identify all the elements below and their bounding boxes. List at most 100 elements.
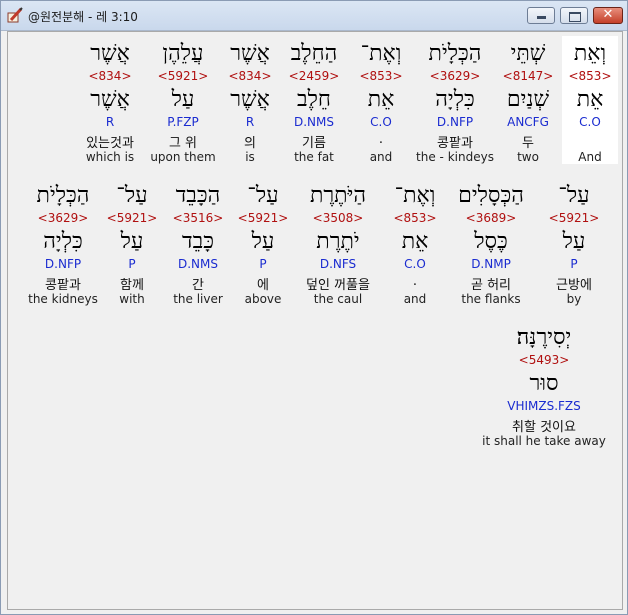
korean-gloss: 기름 bbox=[302, 136, 326, 151]
english-gloss: with bbox=[119, 292, 145, 306]
parsing-code: C.O bbox=[579, 115, 601, 129]
lemma: עַל bbox=[562, 229, 586, 254]
lemma: כֶּסֶל bbox=[474, 229, 508, 254]
word-cell[interactable]: הַיֹּתֶרֶת <3508> יֹתֶרֶת D.NFS 덮인 꺼풀을 t… bbox=[292, 178, 384, 306]
word-cell[interactable]: יְסִירֶנָּה׃ <5493> סוּר VHIMZS.FZS 취할 것… bbox=[478, 320, 610, 448]
word-cell[interactable]: עַל־ <5921> עַל P 함께 with bbox=[100, 178, 164, 306]
word-cell[interactable]: עֲלֵהֶן <5921> עַל P.FZP 그 위 upon them bbox=[148, 36, 218, 164]
word-cell[interactable]: הַכְּלָיֹת <3629> כִּלְיָה D.NFP 콩팥과 the… bbox=[410, 36, 500, 164]
lemma: יֹתֶרֶת bbox=[316, 229, 360, 254]
hebrew-word: הַכְּלָיֹת bbox=[36, 183, 90, 208]
word-cell[interactable]: אֲשֶׁר <834> אֲשֶׁר R 있는것과 which is bbox=[72, 36, 148, 164]
english-gloss: and bbox=[403, 292, 427, 306]
korean-gloss: 그 위 bbox=[168, 136, 198, 151]
korean-gloss: 두 bbox=[522, 136, 534, 151]
lemma: סוּר bbox=[529, 371, 559, 396]
close-button[interactable]: ✕ bbox=[593, 7, 623, 24]
strong-number: <8147> bbox=[502, 69, 554, 83]
hebrew-word: וְאֶת־ bbox=[360, 41, 402, 66]
strong-number: <834> bbox=[228, 69, 272, 83]
word-cell[interactable]: הַכָּבֵד <3516> כָּבֵד D.NMS 간 the liver bbox=[160, 178, 236, 306]
hebrew-word: וְאֶת־ bbox=[394, 183, 436, 208]
english-gloss: which is bbox=[85, 150, 135, 164]
korean-gloss: 취할 것이요 bbox=[512, 420, 576, 435]
korean-gloss: 의 bbox=[244, 136, 256, 151]
parsing-code: D.NMP bbox=[471, 257, 511, 271]
english-gloss: is bbox=[245, 150, 255, 164]
strong-number: <853> bbox=[359, 69, 403, 83]
hebrew-word: שְׁתֵּי bbox=[510, 41, 546, 66]
parsing-code: C.O bbox=[404, 257, 426, 271]
english-gloss: and bbox=[369, 150, 393, 164]
strong-number: <3629> bbox=[37, 211, 89, 225]
hebrew-word: אֲשֶׁר bbox=[230, 41, 270, 66]
parsing-code: VHIMZS.FZS bbox=[507, 399, 581, 413]
interlinear-panel: וְאֵת <853> אֵת C.O And שְׁתֵּי <8147> ש… bbox=[7, 31, 623, 610]
hebrew-word: הַכְּסָלִים bbox=[458, 183, 524, 208]
word-cell[interactable]: אֲשֶׁר <834> אֲשֶׁר R 의 is bbox=[216, 36, 284, 164]
word-cell[interactable]: הַחֵלֶב <2459> חֵלֶב D.NMS 기름 the fat bbox=[278, 36, 350, 164]
title-bar[interactable]: @원전분해 - 레 3:10 ✕ bbox=[1, 1, 627, 31]
hebrew-word: וְאֵת bbox=[573, 41, 607, 66]
english-gloss: two bbox=[517, 150, 539, 164]
word-cell[interactable]: וְאֶת־ <853> אֵת C.O . and bbox=[346, 36, 416, 164]
word-cell[interactable]: הַכְּלָיֹת <3629> כִּלְיָה D.NFP 콩팥과 the… bbox=[22, 178, 104, 306]
parsing-code: P bbox=[570, 257, 578, 271]
korean-gloss: . bbox=[412, 274, 418, 289]
lemma: כָּבֵד bbox=[182, 229, 214, 254]
parsing-code: R bbox=[105, 115, 115, 129]
window-title: @원전분해 - 레 3:10 bbox=[28, 10, 138, 24]
word-cell[interactable]: שְׁתֵּי <8147> שְׁנַיִם ANCFG 두 two bbox=[492, 36, 564, 164]
parsing-code: C.O bbox=[370, 115, 392, 129]
hebrew-word: אֲשֶׁר bbox=[90, 41, 130, 66]
strong-number: <3689> bbox=[465, 211, 517, 225]
hebrew-word: הַיֹּתֶרֶת bbox=[309, 183, 367, 208]
lemma: אֵת bbox=[576, 87, 604, 112]
hebrew-word: עֲלֵהֶן bbox=[162, 41, 204, 66]
english-gloss: by bbox=[566, 292, 582, 306]
lemma: שְׁנַיִם bbox=[506, 87, 550, 112]
english-gloss: the flanks bbox=[461, 292, 521, 306]
english-gloss: it shall he take away bbox=[482, 434, 606, 448]
korean-gloss: 콩팥과 bbox=[437, 136, 473, 151]
korean-gloss: 곧 허리 bbox=[470, 278, 511, 293]
strong-number: <5921> bbox=[548, 211, 600, 225]
english-gloss: the liver bbox=[173, 292, 223, 306]
strong-number: <3629> bbox=[429, 69, 481, 83]
pencil-book-icon bbox=[7, 7, 23, 23]
english-gloss: And bbox=[578, 150, 602, 164]
word-cell[interactable]: עַל־ <5921> עַל P 에 above bbox=[232, 178, 294, 306]
english-gloss: the kidneys bbox=[28, 292, 98, 306]
word-cell[interactable]: עַל־ <5921> עַל P 근방에 by bbox=[540, 178, 608, 306]
korean-gloss: 함께 bbox=[120, 278, 144, 293]
english-gloss: above bbox=[244, 292, 282, 306]
maximize-button[interactable] bbox=[560, 7, 588, 24]
strong-number: <5921> bbox=[106, 211, 158, 225]
app-window: @원전분해 - 레 3:10 ✕ וְאֵת <853> אֵת C.O And… bbox=[0, 0, 628, 615]
parsing-code: D.NFP bbox=[436, 115, 474, 129]
hebrew-word: עַל־ bbox=[247, 183, 279, 208]
parsing-code: D.NFP bbox=[44, 257, 82, 271]
strong-number: <834> bbox=[88, 69, 132, 83]
strong-number: <5921> bbox=[157, 69, 209, 83]
korean-gloss: 에 bbox=[257, 278, 269, 293]
word-cell[interactable]: וְאֶת־ <853> אֵת C.O . and bbox=[380, 178, 450, 306]
strong-number: <5921> bbox=[237, 211, 289, 225]
parsing-code: D.NMS bbox=[293, 115, 334, 129]
strong-number: <3516> bbox=[172, 211, 224, 225]
korean-gloss: 콩팥과 bbox=[45, 278, 81, 293]
korean-gloss: 간 bbox=[192, 278, 204, 293]
lemma: כִּלְיָה bbox=[435, 87, 475, 112]
word-cell[interactable]: וְאֵת <853> אֵת C.O And bbox=[562, 36, 618, 164]
minimize-button[interactable] bbox=[527, 7, 555, 24]
lemma: כִּלְיָה bbox=[43, 229, 83, 254]
lemma: עַל bbox=[120, 229, 144, 254]
hebrew-word: הַכְּלָיֹת bbox=[428, 41, 482, 66]
strong-number: <853> bbox=[568, 69, 612, 83]
hebrew-word: עַל־ bbox=[558, 183, 590, 208]
parsing-code: ANCFG bbox=[507, 115, 549, 129]
lemma: אֵת bbox=[401, 229, 429, 254]
word-cell[interactable]: הַכְּסָלִים <3689> כֶּסֶל D.NMP 곧 허리 the… bbox=[444, 178, 538, 306]
lemma: עַל bbox=[251, 229, 275, 254]
lemma: אֲשֶׁר bbox=[90, 87, 130, 112]
